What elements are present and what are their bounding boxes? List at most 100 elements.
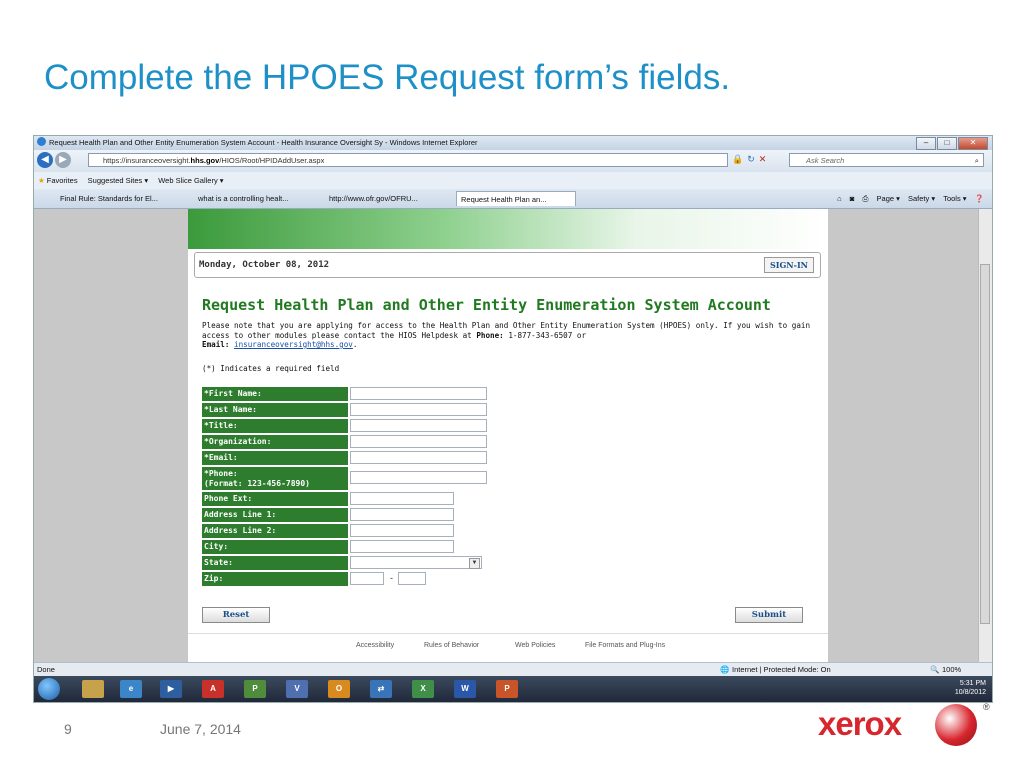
- favorite-web-slice-gallery[interactable]: Web Slice Gallery ▾: [158, 176, 223, 185]
- city-label: City:: [202, 540, 348, 554]
- page-banner: [188, 209, 828, 249]
- page-heading: Request Health Plan and Other Entity Enu…: [202, 296, 771, 314]
- zoom-level[interactable]: 100%: [942, 663, 961, 677]
- sign-in-button[interactable]: SIGN-IN: [763, 257, 814, 273]
- zip-input[interactable]: [350, 572, 384, 585]
- email-field[interactable]: [350, 451, 487, 464]
- explorer-icon[interactable]: [82, 680, 104, 698]
- address1-input[interactable]: [350, 508, 454, 521]
- refresh-icon[interactable]: ↻: [747, 154, 759, 164]
- start-button[interactable]: [38, 678, 60, 700]
- print-icon[interactable]: ⎙: [862, 194, 868, 203]
- browser-screenshot: Request Health Plan and Other Entity Enu…: [33, 135, 993, 703]
- organization-input[interactable]: [350, 435, 487, 448]
- email-label: Email:: [202, 340, 230, 349]
- back-button[interactable]: ◀: [37, 152, 53, 168]
- visio-icon[interactable]: V: [286, 680, 308, 698]
- phone-ext-label: Phone Ext:: [202, 492, 348, 506]
- status-text: Done: [37, 665, 55, 674]
- tab-final-rule[interactable]: Final Rule: Standards for El...: [56, 191, 191, 206]
- url-prefix: https://insuranceoversight.: [103, 156, 191, 165]
- zip-separator: -: [390, 573, 393, 583]
- submit-button[interactable]: Submit: [735, 607, 803, 623]
- phone-label: Phone:: [476, 330, 504, 340]
- reset-button[interactable]: Reset: [202, 607, 270, 623]
- help-icon[interactable]: ❓: [975, 194, 984, 203]
- footer-link-rules-of-behavior[interactable]: Rules of Behavior: [424, 642, 479, 649]
- outlook-icon[interactable]: O: [328, 680, 350, 698]
- title-input[interactable]: [350, 419, 487, 432]
- phone-field[interactable]: [350, 471, 487, 484]
- phone-field-label: *Phone: (Format: 123-456-7890): [202, 467, 348, 490]
- vertical-scrollbar[interactable]: [978, 209, 992, 662]
- address2-input[interactable]: [350, 524, 454, 537]
- tab-strip: Final Rule: Standards for El... what is …: [34, 189, 992, 209]
- search-input[interactable]: Ask Search ⌕: [789, 153, 984, 167]
- status-bar: Done 🌐 Internet | Protected Mode: On 🔍 1…: [34, 662, 992, 677]
- clock-date: 10/8/2012: [954, 689, 986, 696]
- maximize-button[interactable]: □: [937, 137, 957, 150]
- minimize-button[interactable]: –: [916, 137, 936, 150]
- powerpoint-icon[interactable]: P: [496, 680, 518, 698]
- url-path: /HIOS/Root/HPIDAddUser.aspx: [219, 156, 325, 165]
- excel-icon[interactable]: X: [412, 680, 434, 698]
- email-field-label: *Email:: [202, 451, 348, 465]
- acrobat-icon[interactable]: A: [202, 680, 224, 698]
- footer-link-accessibility[interactable]: Accessibility: [356, 642, 394, 649]
- safety-menu[interactable]: Safety ▾: [908, 194, 935, 203]
- clock-time: 5:31 PM: [959, 680, 986, 687]
- tab-ofr-gov[interactable]: http://www.ofr.gov/OFRU...: [325, 191, 453, 206]
- chevron-down-icon[interactable]: ▼: [469, 558, 480, 569]
- helpdesk-email-link[interactable]: insuranceoversight@hhs.gov: [234, 340, 353, 349]
- address-icons: 🔒↻✕: [732, 154, 770, 165]
- state-select[interactable]: ▼: [350, 556, 482, 569]
- page-menu[interactable]: Page ▾: [877, 194, 900, 203]
- system-tray-clock[interactable]: 5:31 PM 10/8/2012: [955, 679, 986, 697]
- word-icon[interactable]: W: [454, 680, 476, 698]
- first-name-input[interactable]: [350, 387, 487, 400]
- last-name-input[interactable]: [350, 403, 487, 416]
- city-input[interactable]: [350, 540, 454, 553]
- security-zone[interactable]: Internet | Protected Mode: On: [732, 663, 831, 677]
- search-icon[interactable]: ⌕: [975, 154, 979, 168]
- forward-button[interactable]: ▶: [55, 152, 71, 168]
- address2-label: Address Line 2:: [202, 524, 348, 538]
- organization-label: *Organization:: [202, 435, 348, 449]
- address-bar-row: ◀ ▶ https://insuranceoversight.hhs.gov/H…: [34, 150, 992, 172]
- phone-label-line1: *Phone:: [204, 469, 238, 478]
- phone-ext-input[interactable]: [350, 492, 454, 505]
- slide-date: June 7, 2014: [160, 721, 241, 737]
- scrollbar-thumb[interactable]: [980, 264, 990, 624]
- windows-taskbar: e ▶ A P V O ⇄ X W P 5:31 PM 10/8/2012: [34, 676, 992, 702]
- first-name-label: *First Name:: [202, 387, 348, 401]
- xerox-logo-text: xerox: [818, 705, 902, 742]
- command-bar: ⌂ ◙ ⎙ Page ▾ Safety ▾ Tools ▾ ❓: [831, 191, 984, 206]
- lock-icon[interactable]: 🔒: [732, 154, 747, 164]
- tab-controlling-health[interactable]: what is a controlling healt...: [194, 191, 322, 206]
- close-button[interactable]: ✕: [958, 137, 988, 150]
- footer-link-web-policies[interactable]: Web Policies: [515, 642, 555, 649]
- slide-title: Complete the HPOES Request form’s fields…: [44, 58, 731, 97]
- zip-extension-input[interactable]: [398, 572, 426, 585]
- home-icon[interactable]: ⌂: [837, 194, 842, 203]
- phone-label-line2: (Format: 123-456-7890): [204, 479, 310, 488]
- address-input[interactable]: https://insuranceoversight.hhs.gov/HIOS/…: [88, 153, 728, 167]
- required-note: (*) Indicates a required field: [202, 364, 340, 373]
- date-bar: Monday, October 08, 2012 SIGN-IN: [194, 252, 821, 278]
- tab-request-health-plan[interactable]: Request Health Plan an...: [456, 191, 576, 206]
- ie-taskbar-icon[interactable]: e: [120, 680, 142, 698]
- sync-icon[interactable]: ⇄: [370, 680, 392, 698]
- zoom-icon: 🔍: [930, 665, 940, 674]
- media-player-icon[interactable]: ▶: [160, 680, 182, 698]
- favorites-button[interactable]: Favorites: [47, 176, 78, 185]
- favorite-suggested-sites[interactable]: Suggested Sites ▾: [88, 176, 148, 185]
- feeds-icon[interactable]: ◙: [850, 194, 855, 203]
- footer-link-file-formats[interactable]: File Formats and Plug-Ins: [585, 642, 665, 649]
- publisher-icon[interactable]: P: [244, 680, 266, 698]
- stop-icon[interactable]: ✕: [759, 154, 771, 164]
- zip-label: Zip:: [202, 572, 348, 586]
- tools-menu[interactable]: Tools ▾: [943, 194, 966, 203]
- current-date: Monday, October 08, 2012: [199, 260, 330, 270]
- search-placeholder: Ask Search: [806, 156, 845, 165]
- access-notice: Please note that you are applying for ac…: [202, 321, 811, 349]
